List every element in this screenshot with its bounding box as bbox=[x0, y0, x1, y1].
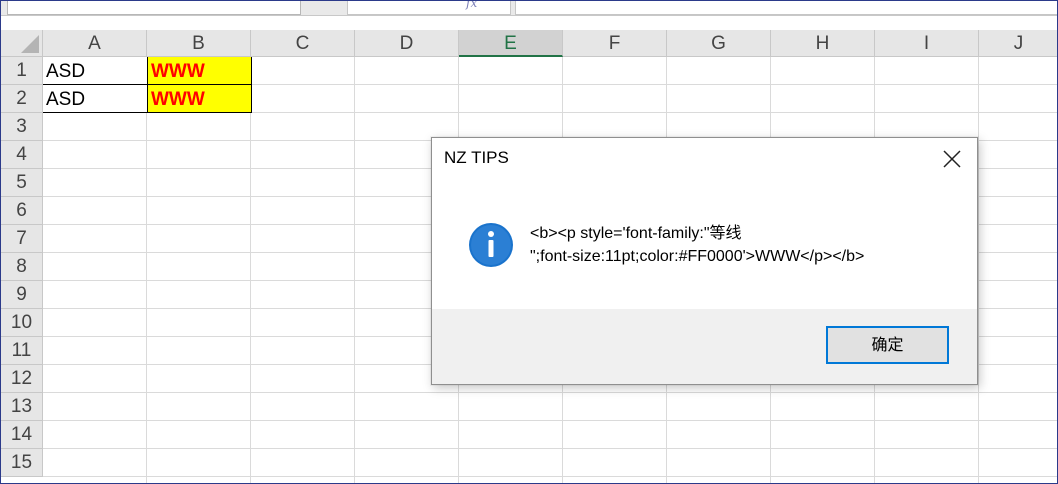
formula-bar: fx bbox=[1, 1, 1057, 16]
row-header-1[interactable]: 1 bbox=[1, 57, 43, 85]
column-header-I[interactable]: I bbox=[875, 30, 979, 57]
fx-icon[interactable]: fx bbox=[466, 1, 477, 10]
cell-A2-value: ASD bbox=[46, 89, 86, 110]
row-header-13[interactable]: 13 bbox=[1, 393, 43, 421]
ok-button[interactable]: 确定 bbox=[826, 326, 949, 364]
insert-function-area[interactable]: fx bbox=[347, 1, 511, 15]
column-header-J[interactable]: J bbox=[979, 30, 1057, 57]
cell-B1[interactable]: WWW bbox=[147, 57, 252, 85]
column-header-E[interactable]: E bbox=[459, 30, 563, 57]
row-header-11[interactable]: 11 bbox=[1, 337, 43, 365]
cell-A1-value: ASD bbox=[46, 61, 86, 82]
row-header-12[interactable]: 12 bbox=[1, 365, 43, 393]
row-header-9[interactable]: 9 bbox=[1, 281, 43, 309]
column-header-D[interactable]: D bbox=[355, 30, 459, 57]
select-all-triangle-icon bbox=[21, 35, 39, 53]
dialog-message: <b><p style='font-family:"等线 ";font-size… bbox=[530, 225, 865, 265]
column-header-A[interactable]: A bbox=[43, 30, 147, 57]
cell-B2-value: WWW bbox=[151, 89, 205, 110]
cell-B2[interactable]: WWW bbox=[147, 85, 252, 113]
row-header-2[interactable]: 2 bbox=[1, 85, 43, 113]
row-header-10[interactable]: 10 bbox=[1, 309, 43, 337]
select-all-corner[interactable] bbox=[1, 30, 43, 57]
dialog-title: NZ TIPS bbox=[444, 148, 509, 167]
info-icon bbox=[468, 222, 514, 268]
row-header-15[interactable]: 15 bbox=[1, 449, 43, 477]
column-header-F[interactable]: F bbox=[563, 30, 667, 57]
close-icon[interactable] bbox=[941, 148, 963, 170]
dialog-content-area: NZ TIPS <b><p style='font-family:"等线 ";f… bbox=[432, 138, 977, 309]
row-header-7[interactable]: 7 bbox=[1, 225, 43, 253]
row-header-3[interactable]: 3 bbox=[1, 113, 43, 141]
formula-input[interactable] bbox=[515, 1, 1057, 15]
cell-A1[interactable]: ASD bbox=[43, 57, 148, 85]
cell-A2[interactable]: ASD bbox=[43, 85, 148, 113]
name-box[interactable] bbox=[7, 1, 301, 15]
row-header-4[interactable]: 4 bbox=[1, 141, 43, 169]
message-dialog: NZ TIPS <b><p style='font-family:"等线 ";f… bbox=[431, 137, 978, 385]
cell-B1-value: WWW bbox=[151, 61, 205, 82]
excel-window: fx ABCDEFGHIJ 1 2 3 4 5 6 7 8 9 10 11 12 13 14 15 ASD … bbox=[0, 0, 1058, 484]
row-header-6[interactable]: 6 bbox=[1, 197, 43, 225]
row-header-8[interactable]: 8 bbox=[1, 253, 43, 281]
column-header-G[interactable]: G bbox=[667, 30, 771, 57]
column-header-B[interactable]: B bbox=[147, 30, 251, 57]
row-header-14[interactable]: 14 bbox=[1, 421, 43, 449]
column-header-C[interactable]: C bbox=[251, 30, 355, 57]
column-header-H[interactable]: H bbox=[771, 30, 875, 57]
row-header-5[interactable]: 5 bbox=[1, 169, 43, 197]
